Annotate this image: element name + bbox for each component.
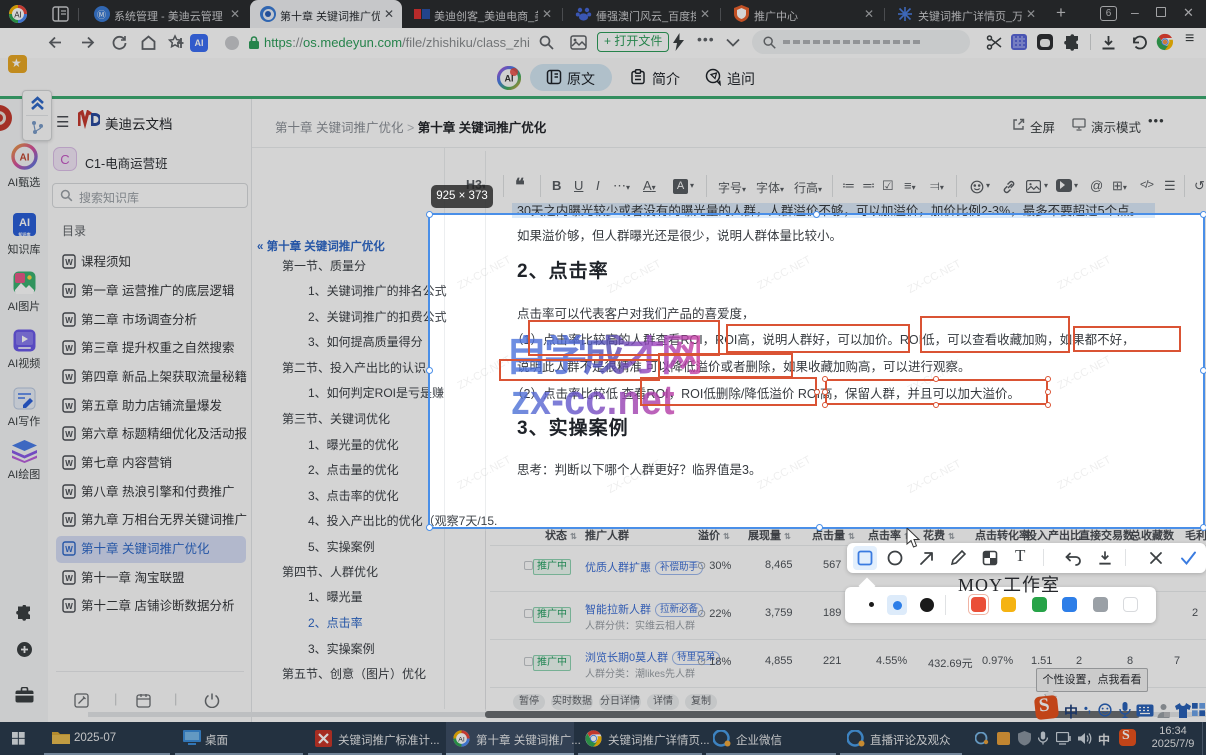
svg-text:W: W [65, 258, 73, 267]
svg-text:W: W [65, 287, 73, 296]
svg-text:W: W [65, 488, 73, 497]
svg-text:W: W [65, 459, 73, 468]
svg-text:W: W [65, 344, 73, 353]
svg-text:AI: AI [20, 153, 30, 164]
svg-text:W: W [65, 602, 73, 611]
svg-text:W: W [65, 574, 73, 583]
svg-text:AI: AI [14, 11, 22, 20]
svg-text:W: W [65, 516, 73, 525]
svg-text:W: W [65, 402, 73, 411]
svg-text:W: W [65, 545, 73, 554]
svg-text:W: W [65, 373, 73, 382]
svg-text:AI: AI [458, 736, 465, 743]
svg-text:W: W [65, 430, 73, 439]
svg-text:W: W [65, 316, 73, 325]
